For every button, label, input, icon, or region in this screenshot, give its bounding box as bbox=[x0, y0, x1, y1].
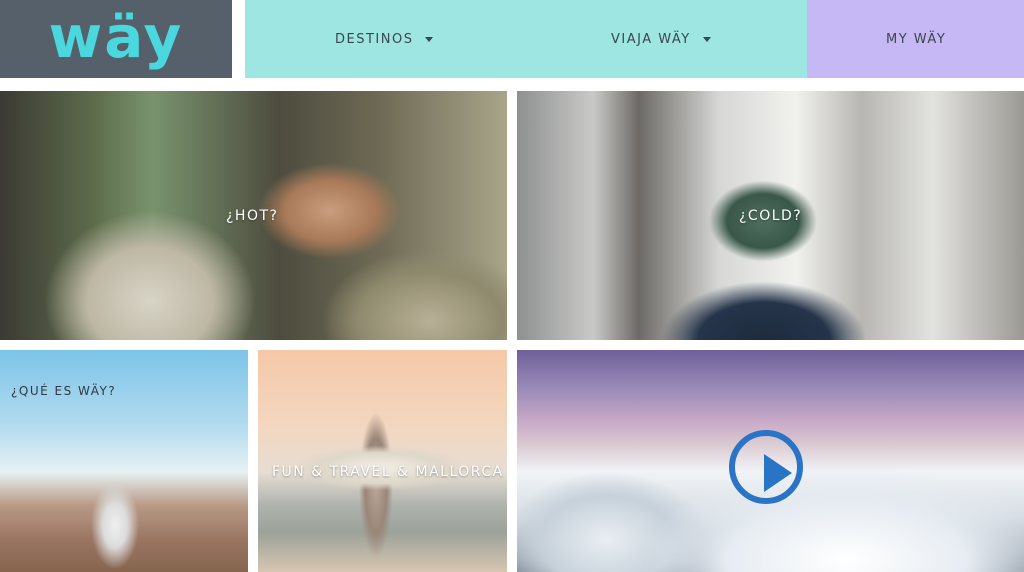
chevron-down-icon bbox=[702, 36, 711, 42]
tile-que-es-way-label: ¿QUÉ ES WÄY? bbox=[11, 384, 117, 398]
tile-cold[interactable]: ¿COLD? bbox=[517, 91, 1024, 340]
tile-fun-travel[interactable]: FUN & TRAVEL & MALLORCA bbox=[258, 350, 507, 572]
tile-hot[interactable]: ¿HOT? bbox=[0, 91, 507, 340]
nav-viaja-way[interactable]: VIAJA WÄY bbox=[611, 0, 711, 78]
nav-my-way[interactable]: MY WÄY bbox=[807, 0, 1024, 78]
tile-video-mountain[interactable] bbox=[517, 350, 1024, 572]
logo-box[interactable]: wäy bbox=[0, 0, 232, 78]
logo[interactable]: wäy bbox=[49, 8, 184, 66]
nav-destinos[interactable]: DESTINOS bbox=[335, 0, 434, 78]
nav-destinos-label: DESTINOS bbox=[335, 31, 414, 47]
tile-fun-travel-label: FUN & TRAVEL & MALLORCA bbox=[272, 464, 504, 480]
nav-viaja-way-label: VIAJA WÄY bbox=[611, 31, 691, 47]
nav-my-way-label: MY WÄY bbox=[886, 31, 947, 47]
main-nav: DESTINOS VIAJA WÄY bbox=[245, 0, 807, 78]
tile-que-es-way[interactable]: ¿QUÉ ES WÄY? bbox=[0, 350, 248, 572]
nav-my-way-item[interactable]: MY WÄY bbox=[886, 0, 946, 78]
play-button[interactable] bbox=[729, 430, 803, 504]
tile-hot-label: ¿HOT? bbox=[226, 208, 279, 224]
chevron-down-icon bbox=[425, 36, 434, 42]
tile-cold-label: ¿COLD? bbox=[739, 208, 803, 224]
play-icon bbox=[764, 454, 792, 492]
